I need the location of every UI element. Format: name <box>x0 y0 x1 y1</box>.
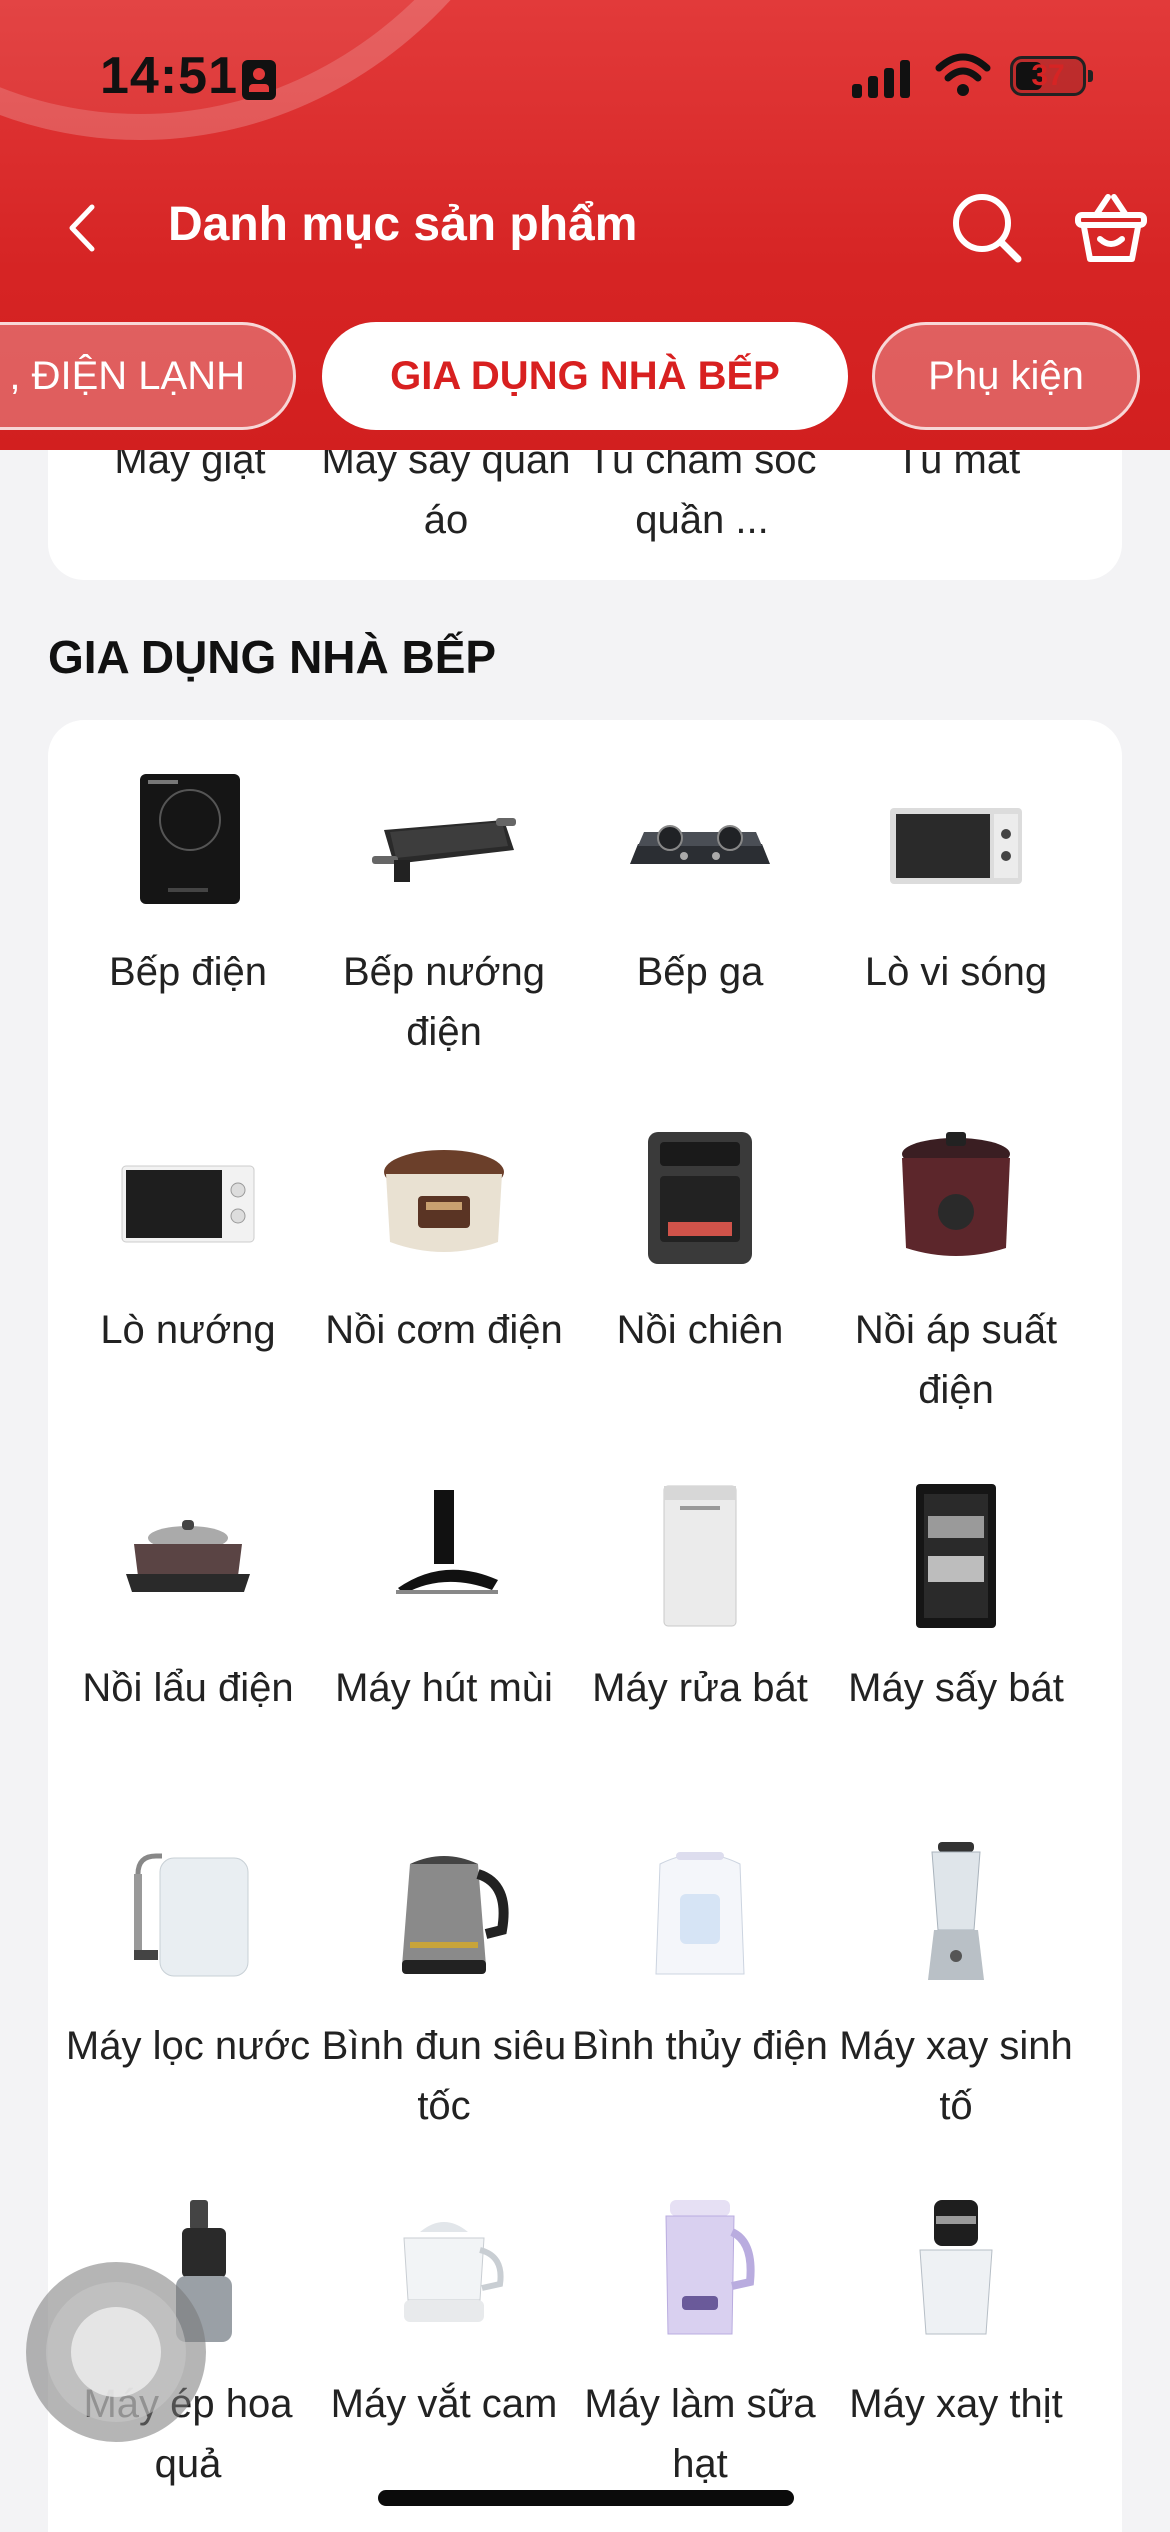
battery-icon: 37 <box>1010 56 1093 96</box>
meat-grinder-icon <box>919 2200 993 2335</box>
category-item-label: Lò vi sóng <box>864 950 1048 994</box>
category-item-lo-nuong[interactable]: Lò nướng <box>60 1078 316 1418</box>
cart-button[interactable] <box>1072 189 1150 267</box>
soy-milk-maker-icon <box>665 2200 755 2335</box>
category-item-noi-chien[interactable]: Nồi chiên <box>572 1078 828 1418</box>
category-item-label: Nồi chiên <box>616 1308 784 1352</box>
category-item-may-xay-sinh-to[interactable]: Máy xay sinh tố <box>828 1794 1084 2134</box>
contact-card-icon <box>242 60 276 100</box>
hotpot-icon <box>126 1520 250 1592</box>
category-item-noi-lau-dien[interactable]: Nồi lẩu điện <box>60 1436 316 1776</box>
category-tabs: , ĐIỆN LẠNH GIA DỤNG NHÀ BẾP Phụ kiện <box>0 322 1170 432</box>
category-item-bep-nuong-dien[interactable]: Bếp nướng điện <box>316 720 572 1060</box>
status-time: 14:51 <box>100 47 238 105</box>
tab-dien-lanh[interactable]: , ĐIỆN LẠNH <box>0 322 296 430</box>
status-bar: 14:51 37 <box>0 0 1170 150</box>
dishwasher-icon <box>663 1485 737 1627</box>
category-item-may-lam-sua-hat[interactable]: Máy làm sữa hạt <box>572 2152 828 2492</box>
tab-phu-kien[interactable]: Phụ kiện <box>872 322 1140 430</box>
category-item-label: Bếp điện <box>109 950 267 994</box>
citrus-press-icon <box>403 2222 504 2322</box>
category-item-label: Lò nướng <box>100 1308 276 1352</box>
home-indicator[interactable] <box>378 2490 794 2506</box>
category-item-binh-thuy-dien[interactable]: Bình thủy điện <box>572 1794 828 2134</box>
category-item-label: Nồi lẩu điện <box>82 1666 294 1710</box>
category-item-may-xay-thit[interactable]: Máy xay thịt <box>828 2152 1084 2492</box>
category-item-label: Nồi cơm điện <box>325 1308 563 1352</box>
range-hood-icon <box>396 1490 498 1594</box>
thermo-pot-icon <box>655 1852 745 1975</box>
category-item-bep-ga[interactable]: Bếp ga <box>572 720 828 1060</box>
blender-icon <box>928 1842 984 1980</box>
gas-stove-icon <box>630 825 770 864</box>
search-icon <box>953 194 1022 263</box>
tab-gia-dung-nha-bep[interactable]: GIA DỤNG NHÀ BẾP <box>322 322 848 430</box>
wifi-icon <box>935 53 991 96</box>
battery-level: 37 <box>1031 59 1065 92</box>
category-item-label: Bếp ga <box>636 950 764 994</box>
dish-dryer-icon <box>916 1484 996 1628</box>
category-item-noi-ap-suat-dien[interactable]: Nồi áp suất điện <box>828 1078 1084 1418</box>
chevron-left-icon <box>69 204 95 252</box>
page-title: Danh mục sản phẩm <box>168 198 638 251</box>
category-item-label: Bình đun siêu tốc <box>321 2024 567 2128</box>
app-screen: Máy giặt Máy sấy quần áo Tủ chăm sóc quầ… <box>0 0 1170 2532</box>
category-item-label: Máy vắt cam <box>330 2382 558 2426</box>
category-item-label: Máy hút mùi <box>335 1666 553 1710</box>
shopping-basket-icon <box>1075 194 1147 262</box>
category-item-label: Bếp nướng điện <box>342 950 546 1054</box>
oven-icon <box>121 1165 255 1243</box>
search-button[interactable] <box>948 189 1026 267</box>
category-item-label: Máy rửa bát <box>592 1666 808 1710</box>
category-item-label: Máy sấy bát <box>848 1666 1064 1710</box>
category-item-label: Máy làm sữa hạt <box>584 2382 816 2486</box>
app-header: 14:51 37 Danh mục sản phẩm , ĐIỆN LẠNH G… <box>0 0 1170 450</box>
category-item-label: Máy xay sinh tố <box>839 2024 1073 2128</box>
back-button[interactable] <box>52 193 122 263</box>
category-item-noi-com-dien[interactable]: Nồi cơm điện <box>316 1078 572 1418</box>
category-item-label: Máy lọc nước <box>65 2024 311 2068</box>
induction-cooktop-icon <box>140 774 240 904</box>
category-grid: Bếp điện Bếp nướng điện Bếp ga Lò vi són… <box>48 720 1122 2532</box>
section-title: GIA DỤNG NHÀ BẾP <box>48 631 497 683</box>
electric-grill-icon <box>372 818 516 882</box>
category-item-bep-dien[interactable]: Bếp điện <box>60 720 316 1060</box>
category-item-binh-dun-sieu-toc[interactable]: Bình đun siêu tốc <box>316 1794 572 2134</box>
assistive-touch-button[interactable] <box>26 2262 206 2442</box>
category-item-lo-vi-song[interactable]: Lò vi sóng <box>828 720 1084 1060</box>
category-item-may-hut-mui[interactable]: Máy hút mùi <box>316 1436 572 1776</box>
air-fryer-icon <box>648 1132 752 1264</box>
microwave-icon <box>890 808 1022 884</box>
category-item-may-vat-cam[interactable]: Máy vắt cam <box>316 2152 572 2492</box>
electric-kettle-icon <box>402 1856 509 1974</box>
category-item-label: Bình thủy điện <box>572 2024 828 2068</box>
rice-cooker-icon <box>384 1150 504 1252</box>
category-item-may-say-bat[interactable]: Máy sấy bát <box>828 1436 1084 1776</box>
navigation-bar: Danh mục sản phẩm <box>0 175 1170 285</box>
water-purifier-icon <box>134 1853 249 1977</box>
category-item-may-loc-nuoc[interactable]: Máy lọc nước <box>60 1794 316 2134</box>
category-item-may-rua-bat[interactable]: Máy rửa bát <box>572 1436 828 1776</box>
category-item-label: Máy xay thịt <box>849 2382 1063 2426</box>
cellular-signal-icon <box>852 58 912 98</box>
category-item-label: Nồi áp suất điện <box>854 1308 1058 1412</box>
pressure-cooker-icon <box>902 1132 1010 1256</box>
